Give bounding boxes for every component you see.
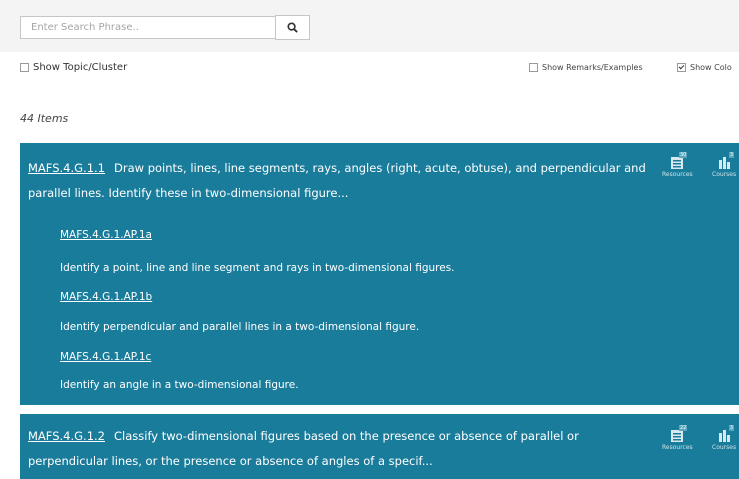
show-color-label: Show Colo bbox=[690, 63, 732, 72]
courses-count-badge: 3 bbox=[728, 425, 735, 431]
resources-button[interactable]: 22 Resources bbox=[662, 425, 693, 451]
show-topic-cluster-option[interactable]: Show Topic/Cluster bbox=[20, 62, 127, 73]
standard-text: Classify two-dimensional figures based o… bbox=[28, 429, 579, 468]
courses-label: Courses bbox=[712, 444, 737, 451]
access-point-text: Identify a point, line and line segment … bbox=[60, 262, 455, 274]
courses-button[interactable]: 3 Courses bbox=[712, 152, 737, 178]
resources-icon: 30 bbox=[669, 152, 688, 171]
courses-label: Courses bbox=[712, 171, 737, 178]
search-toolbar bbox=[0, 0, 739, 52]
show-color-option[interactable]: Show Colo bbox=[677, 63, 732, 72]
standard-description: MAFS.4.G.1.2 Classify two-dimensional fig… bbox=[28, 424, 648, 474]
courses-icon: 3 bbox=[716, 425, 735, 444]
search-input[interactable] bbox=[20, 16, 275, 39]
show-topic-cluster-label: Show Topic/Cluster bbox=[33, 62, 128, 73]
show-color-checkbox[interactable] bbox=[677, 63, 686, 72]
resources-icon: 22 bbox=[669, 425, 688, 444]
standard-card: MAFS.4.G.1.2 Classify two-dimensional fig… bbox=[20, 414, 739, 479]
search-bar bbox=[20, 15, 310, 41]
standard-code-link[interactable]: MAFS.4.G.1.1 bbox=[28, 161, 105, 175]
courses-count-badge: 3 bbox=[728, 152, 735, 158]
show-remarks-examples-option[interactable]: Show Remarks/Examples bbox=[529, 63, 643, 72]
resources-label: Resources bbox=[662, 444, 693, 451]
resources-label: Resources bbox=[662, 171, 693, 178]
courses-icon: 3 bbox=[716, 152, 735, 171]
access-point-link[interactable]: MAFS.4.G.1.AP.1c bbox=[60, 351, 151, 363]
standard-code-link[interactable]: MAFS.4.G.1.2 bbox=[28, 429, 105, 443]
courses-button[interactable]: 3 Courses bbox=[712, 425, 737, 451]
standard-text: Draw points, lines, line segments, rays,… bbox=[28, 161, 646, 200]
access-point-text: Identify an angle in a two-dimensional f… bbox=[60, 379, 299, 391]
standard-description: MAFS.4.G.1.1 Draw points, lines, line seg… bbox=[28, 156, 648, 206]
show-remarks-examples-label: Show Remarks/Examples bbox=[542, 63, 643, 72]
search-icon bbox=[287, 22, 298, 33]
items-count: 44 Items bbox=[20, 112, 69, 125]
resources-count-badge: 22 bbox=[678, 425, 688, 431]
resources-button[interactable]: 30 Resources bbox=[662, 152, 693, 178]
search-button[interactable] bbox=[275, 15, 310, 40]
standard-card: MAFS.4.G.1.1 Draw points, lines, line seg… bbox=[20, 143, 739, 405]
access-point-text: Identify perpendicular and parallel line… bbox=[60, 321, 420, 333]
resources-count-badge: 30 bbox=[678, 152, 688, 158]
access-point-link[interactable]: MAFS.4.G.1.AP.1b bbox=[60, 291, 152, 303]
access-point-link[interactable]: MAFS.4.G.1.AP.1a bbox=[60, 229, 152, 241]
show-topic-cluster-checkbox[interactable] bbox=[20, 63, 29, 72]
show-remarks-examples-checkbox[interactable] bbox=[529, 63, 538, 72]
